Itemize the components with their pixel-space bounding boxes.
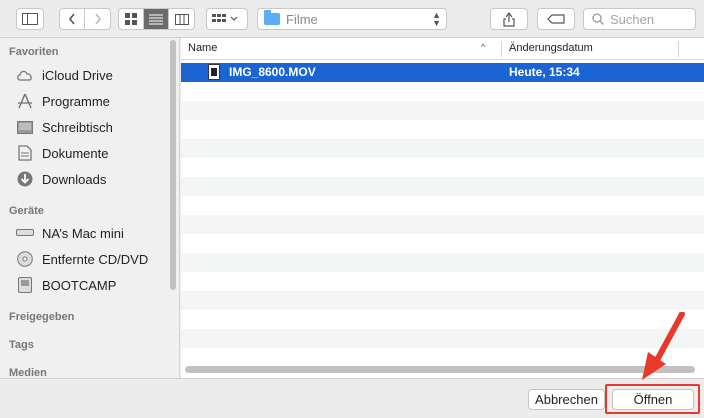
path-label: Filme — [286, 11, 318, 27]
mac-mini-icon — [16, 225, 34, 241]
sidebar-item-label: iCloud Drive — [42, 67, 113, 83]
file-row-selected[interactable]: IMG_8600.MOV Heute, 15:34 — [181, 63, 704, 82]
column-header: Name ^ Änderungsdatum — [181, 38, 704, 60]
bottom-bar: Abbrechen Öffnen — [0, 378, 704, 418]
table-row — [181, 177, 704, 196]
download-icon — [16, 171, 34, 187]
search-icon — [592, 13, 604, 25]
arrange-button[interactable] — [206, 8, 248, 30]
table-row — [181, 139, 704, 158]
share-icon — [503, 11, 515, 27]
column-view-button[interactable] — [169, 9, 194, 29]
table-row — [181, 234, 704, 253]
table-row — [181, 329, 704, 348]
sidebar: Favoriten iCloud Drive Programme Schreib… — [0, 38, 180, 378]
movie-file-icon — [208, 64, 220, 80]
drive-icon — [16, 277, 34, 293]
column-date-header[interactable]: Änderungsdatum — [509, 42, 593, 54]
sidebar-item-label: BOOTCAMP — [42, 277, 117, 293]
column-divider[interactable] — [678, 41, 679, 57]
disc-icon — [16, 251, 34, 267]
file-name: IMG_8600.MOV — [229, 65, 316, 79]
file-date: Heute, 15:34 — [509, 65, 580, 79]
sidebar-item-label: Dokumente — [42, 145, 109, 161]
columns-icon — [174, 13, 189, 25]
table-row — [181, 215, 704, 234]
back-button[interactable] — [60, 9, 85, 29]
chevron-left-icon — [68, 13, 75, 25]
apps-icon — [16, 93, 34, 109]
list-icon — [149, 14, 163, 24]
sidebar-scrollbar[interactable] — [170, 40, 176, 290]
search-field[interactable]: Suchen — [583, 8, 696, 30]
search-placeholder: Suchen — [610, 11, 655, 27]
table-row — [181, 291, 704, 310]
horizontal-scrollbar[interactable] — [185, 366, 695, 373]
document-icon — [16, 145, 34, 161]
table-row — [181, 272, 704, 291]
table-row — [181, 196, 704, 215]
sidebar-item-cd-dvd[interactable]: Entfernte CD/DVD — [16, 249, 148, 269]
sidebar-icon — [22, 13, 38, 25]
sidebar-item-mac-mini[interactable]: NA’s Mac mini — [16, 223, 124, 243]
tag-icon — [547, 14, 565, 24]
file-list: Name ^ Änderungsdatum IMG_8600.MOV Heute… — [181, 38, 704, 378]
icon-view-button[interactable] — [119, 9, 144, 29]
desktop-icon — [16, 119, 34, 135]
sidebar-item-label: NA’s Mac mini — [42, 225, 124, 241]
sort-ascending-icon: ^ — [481, 42, 486, 52]
forward-button[interactable] — [85, 9, 110, 29]
arrange-grid-icon — [212, 14, 238, 22]
sidebar-item-label: Entfernte CD/DVD — [42, 251, 149, 267]
table-row — [181, 120, 704, 139]
sidebar-item-label: Downloads — [42, 171, 107, 187]
view-switcher — [118, 8, 195, 30]
folder-icon — [264, 10, 280, 25]
cloud-icon — [16, 67, 34, 83]
table-row — [181, 82, 704, 101]
nav-buttons — [59, 8, 111, 30]
sidebar-item-icloud-drive[interactable]: iCloud Drive — [16, 65, 113, 85]
share-button[interactable] — [490, 8, 528, 30]
updown-chevron-icon: ▲ ▼ — [432, 10, 441, 28]
sidebar-item-downloads[interactable]: Downloads — [16, 169, 106, 189]
sidebar-item-label: Programme — [42, 93, 110, 109]
annotation-arrow-icon — [642, 312, 685, 380]
sidebar-item-label: Schreibtisch — [42, 119, 113, 135]
path-dropdown[interactable]: Filme ▲ ▼ — [257, 8, 447, 30]
table-row — [181, 253, 704, 272]
sidebar-item-programme[interactable]: Programme — [16, 91, 110, 111]
sidebar-section-shared: Freigegeben — [9, 311, 75, 323]
table-row — [181, 158, 704, 177]
highlight-box — [605, 384, 700, 414]
cancel-button[interactable]: Abbrechen — [528, 389, 605, 410]
table-row — [181, 348, 704, 367]
chevron-right-icon — [94, 13, 101, 25]
sidebar-item-dokumente[interactable]: Dokumente — [16, 143, 108, 163]
tags-button[interactable] — [537, 8, 575, 30]
column-name-header[interactable]: Name — [188, 42, 217, 54]
sidebar-section-media: Medien — [9, 367, 47, 378]
sidebar-item-bootcamp[interactable]: BOOTCAMP — [16, 275, 116, 295]
sidebar-section-favorites: Favoriten — [9, 46, 59, 58]
list-view-button[interactable] — [144, 9, 169, 29]
sidebar-section-devices: Geräte — [9, 205, 44, 217]
toolbar: Filme ▲ ▼ Suchen — [0, 0, 704, 38]
sidebar-section-tags: Tags — [9, 339, 34, 351]
sidebar-toggle-button[interactable] — [16, 8, 44, 30]
grid-icon — [125, 13, 137, 25]
table-row — [181, 101, 704, 120]
table-row — [181, 310, 704, 329]
column-divider[interactable] — [501, 41, 502, 57]
sidebar-item-schreibtisch[interactable]: Schreibtisch — [16, 117, 113, 137]
